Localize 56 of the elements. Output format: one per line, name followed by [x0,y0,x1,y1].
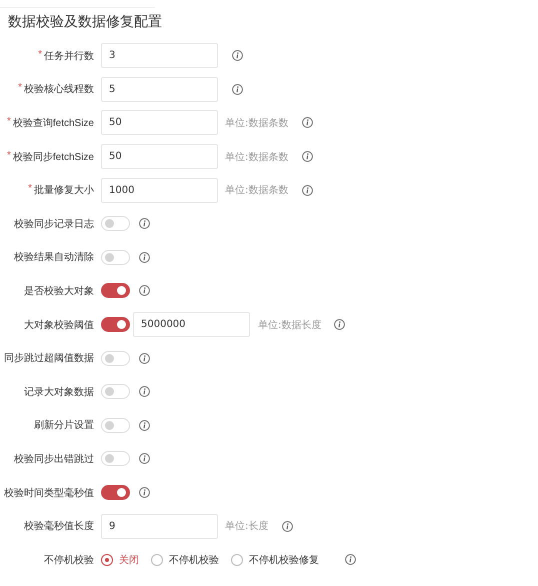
input-field[interactable]: 50 [101,144,218,170]
input-field[interactable]: 3 [101,43,218,68]
field-label: 校验毫秒值长度 [24,520,94,534]
input-field[interactable]: 1000 [101,178,218,203]
info-icon [139,386,150,398]
field-label: 不停机校验 [44,554,94,567]
info-icon [139,352,150,364]
field-label: 大对象校验阈值 [24,318,94,332]
info-icon [139,420,150,431]
info-icon [302,151,314,162]
toggle-switch[interactable] [101,485,130,500]
input-field[interactable]: 5 [101,76,218,102]
info-icon [139,487,150,498]
radio-option[interactable]: 不停机校验修复 [231,552,319,567]
toggle-switch[interactable] [101,283,130,298]
field-label: 同步跳过超阈值数据 [4,352,94,366]
input-field[interactable]: 5000000 [133,312,250,338]
info-icon [139,453,150,464]
info-icon [334,319,346,330]
info-icon [139,218,150,230]
info-icon [139,252,150,263]
info-icon [345,554,356,566]
info-icon [139,285,150,296]
required-mark: * [28,183,32,196]
info-icon [232,50,243,62]
unit-text: 单位:数据条数 [225,184,288,198]
info-icon [302,184,314,196]
field-label: 记录大对象数据 [24,386,94,399]
radio-option[interactable]: 不停机校验 [151,552,219,567]
input-field[interactable]: 50 [101,110,218,136]
page-title: 数据校验及数据修复配置 [8,13,163,31]
unit-text: 单位:数据长度 [258,318,322,332]
field-label: 校验同步fetchSize [12,150,94,164]
field-label: 校验结果自动清除 [14,250,94,264]
unit-text: 单位:长度 [225,520,268,534]
unit-text: 单位:数据条数 [225,116,288,130]
field-label: 校验同步记录日志 [14,218,94,231]
radio-option[interactable]: 关闭 [101,552,139,567]
field-label: 刷新分片设置 [34,418,94,432]
info-icon [232,84,243,95]
required-mark: * [38,48,42,62]
field-label: 校验时间类型毫秒值 [4,486,94,500]
input-field[interactable]: 9 [101,514,218,539]
field-label: 校验查询fetchSize [12,116,94,130]
field-label: 批量修复大小 [34,184,94,198]
toggle-switch[interactable] [101,317,130,332]
required-mark: * [6,116,11,129]
info-icon [302,117,314,128]
unit-text: 单位:数据条数 [225,150,288,164]
field-label: 校验同步出错跳过 [14,452,94,466]
required-mark: * [6,150,11,163]
info-icon [282,520,294,532]
field-label: 校验核心线程数 [24,82,94,96]
field-label: 任务并行数 [44,50,94,63]
required-mark: * [18,82,22,96]
field-label: 是否校验大对象 [24,284,94,298]
